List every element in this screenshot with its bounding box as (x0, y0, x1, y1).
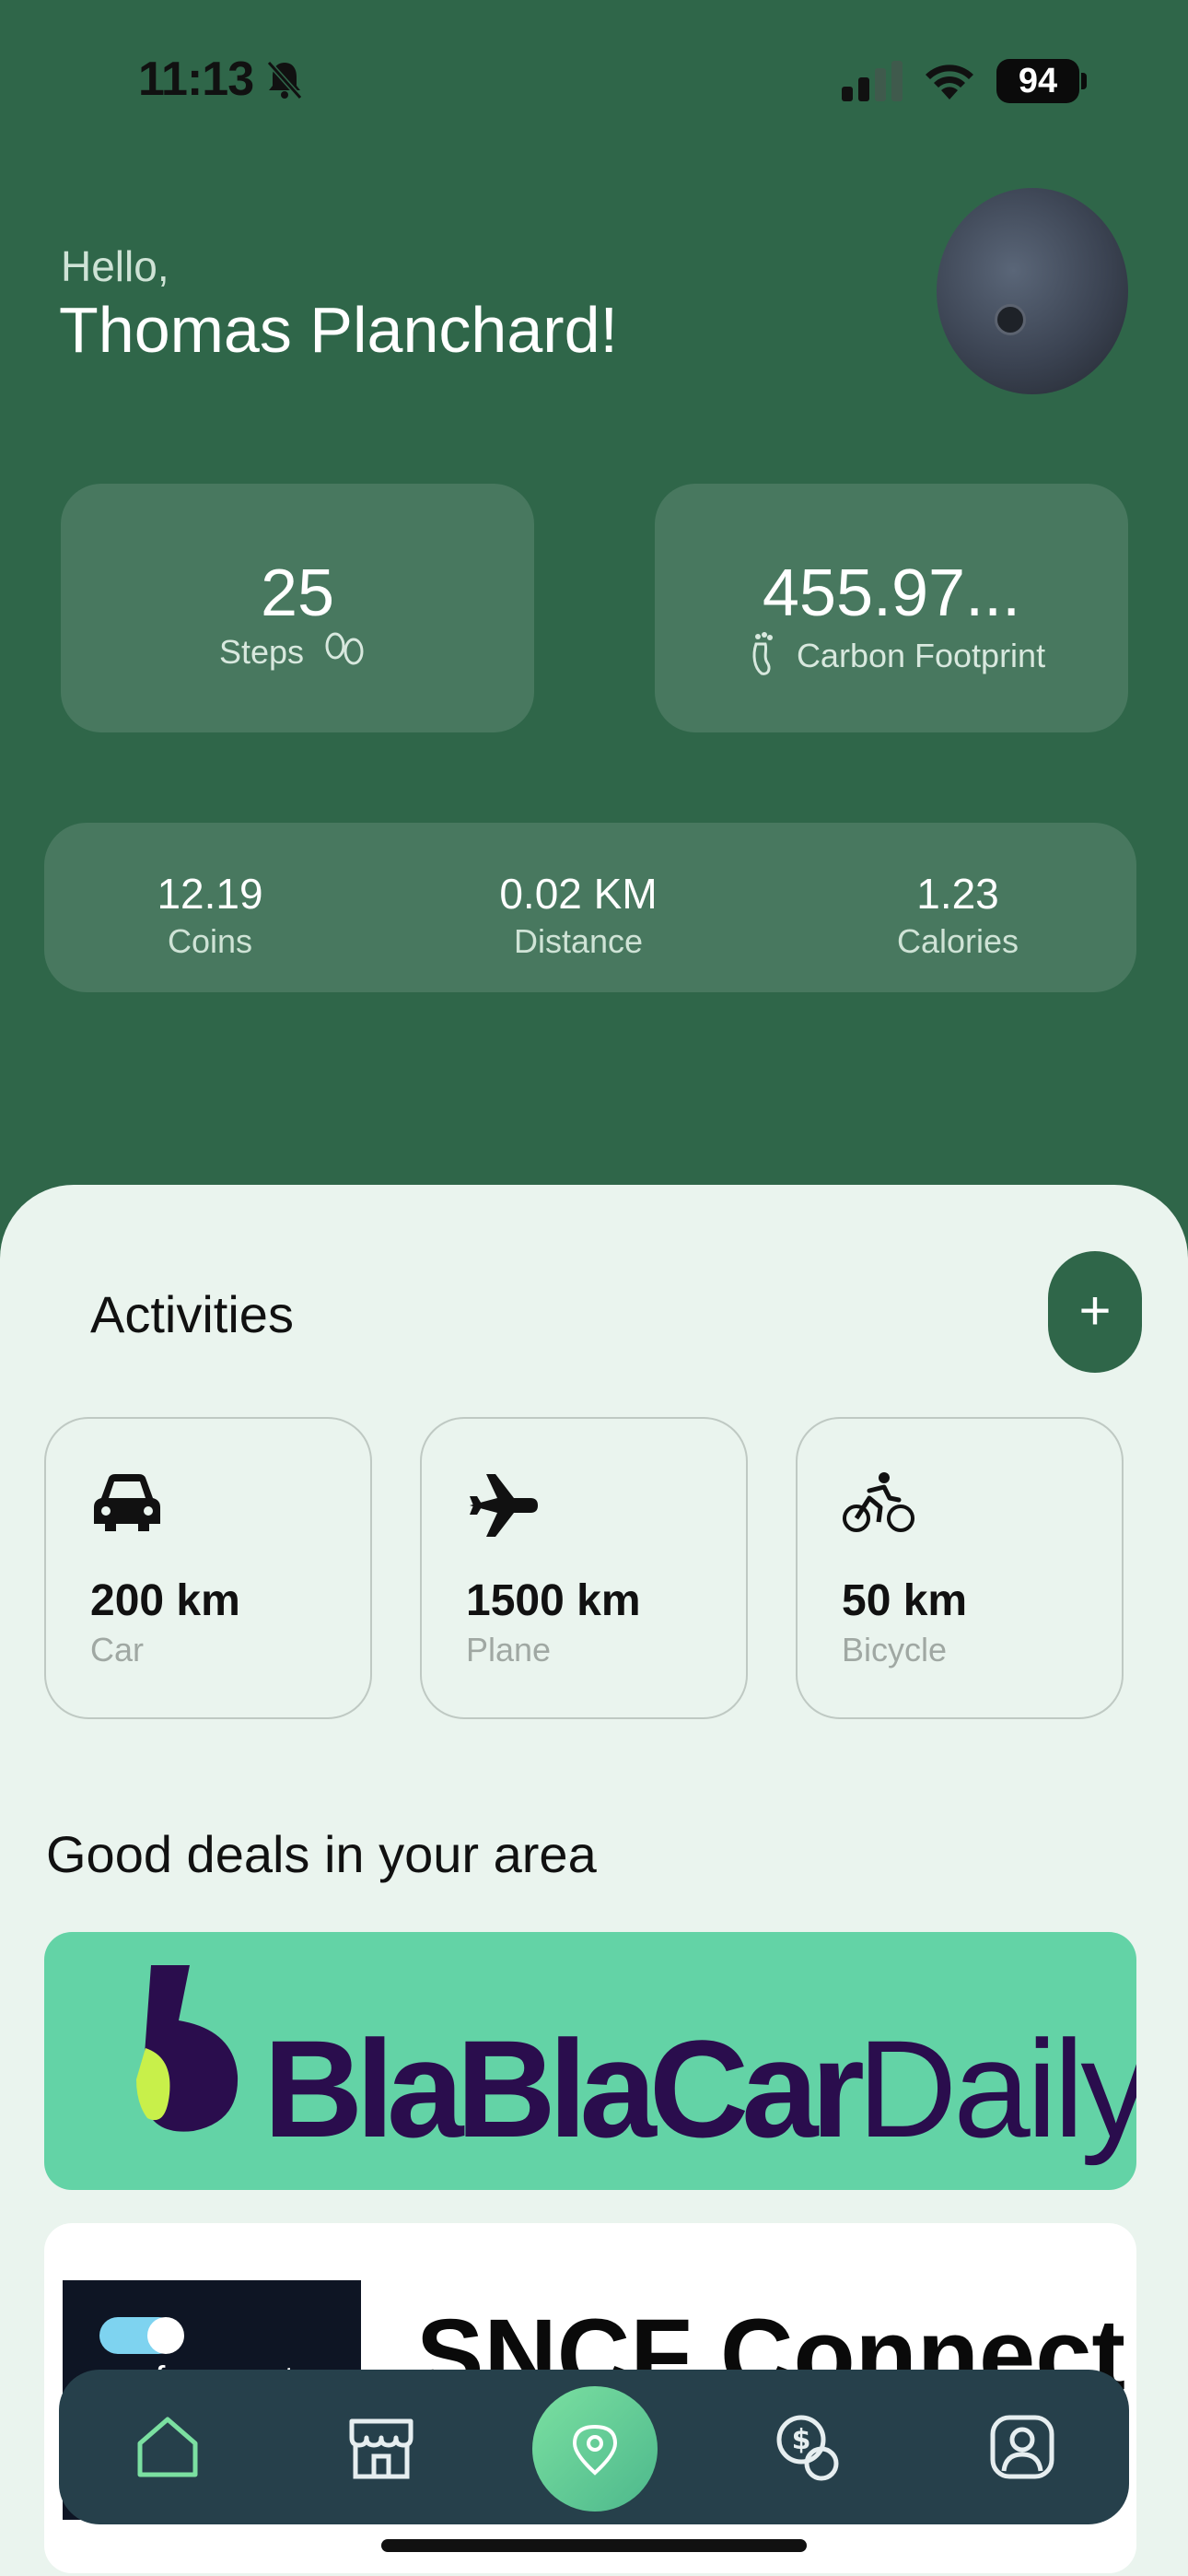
car-distance: 200 km (90, 1576, 240, 1625)
plane-distance: 1500 km (466, 1576, 641, 1625)
car-icon (90, 1470, 164, 1540)
battery-tip (1081, 73, 1087, 89)
bell-muted-icon (266, 60, 303, 100)
calories-label: Calories (896, 922, 1019, 960)
distance-value: 0.02 KM (499, 870, 658, 918)
footprint-icon (747, 631, 778, 685)
car-label: Car (90, 1631, 145, 1669)
carbon-card[interactable]: 455.97... Carbon Footprint (655, 484, 1128, 732)
signal-icon (842, 61, 903, 101)
carbon-label: Carbon Footprint (796, 637, 1046, 675)
footprints-icon (322, 631, 367, 678)
bicycle-distance: 50 km (842, 1576, 968, 1625)
steps-label: Steps (218, 633, 305, 672)
battery-indicator: 94 (996, 59, 1079, 103)
blablacar-suffix: Daily (856, 2011, 1136, 2166)
avatar-detail (995, 304, 1026, 335)
home-icon[interactable] (131, 2410, 204, 2484)
deals-title: Good deals in your area (46, 1825, 597, 1883)
wifi-icon (926, 64, 973, 100)
tab-bar: $ (59, 2370, 1129, 2524)
summary-card: 12.19 Coins 0.02 KM Distance 1.23 Calori… (44, 823, 1136, 992)
status-time: 11:13 (138, 53, 254, 106)
plane-icon (466, 1470, 540, 1545)
blablacar-wordmark: BlaBlaCarDaily (263, 2009, 1136, 2169)
profile-icon[interactable] (985, 2410, 1059, 2484)
sncf-toggle-dot (147, 2317, 184, 2354)
blablacar-brand: BlaBlaCar (263, 2011, 865, 2166)
coin-icon[interactable]: $ (772, 2410, 845, 2484)
activities-title: Activities (90, 1285, 294, 1343)
plane-label: Plane (466, 1631, 552, 1669)
activity-card-bicycle[interactable]: 50 km Bicycle (796, 1417, 1124, 1719)
store-icon[interactable] (344, 2410, 418, 2484)
activity-card-plane[interactable]: 1500 km Plane (420, 1417, 748, 1719)
add-activity-button[interactable]: + (1048, 1251, 1142, 1373)
svg-text:$: $ (792, 2424, 811, 2456)
coins-label: Coins (167, 922, 253, 960)
steps-card[interactable]: 25 Steps (61, 484, 534, 732)
carbon-value: 455.97... (762, 556, 1021, 630)
activity-card-car[interactable]: 200 km Car (44, 1417, 372, 1719)
greeting: Hello, (61, 242, 169, 290)
blablacar-logo-icon (136, 1965, 239, 2132)
deal-card-blablacar[interactable]: BlaBlaCarDaily (44, 1932, 1136, 2190)
user-name: Thomas Planchard! (59, 294, 618, 366)
location-button[interactable] (532, 2386, 658, 2512)
home-indicator (381, 2539, 807, 2552)
bicycle-icon (842, 1470, 915, 1540)
coins-value: 12.19 (157, 870, 263, 918)
distance-label: Distance (513, 922, 644, 960)
carbon-label-row: Carbon Footprint (655, 631, 1128, 685)
avatar[interactable] (937, 188, 1128, 394)
bicycle-label: Bicycle (842, 1631, 948, 1669)
location-icon (572, 2424, 618, 2476)
calories-value: 1.23 (916, 870, 999, 918)
steps-value: 25 (260, 556, 335, 630)
steps-label-row: Steps (61, 631, 534, 678)
